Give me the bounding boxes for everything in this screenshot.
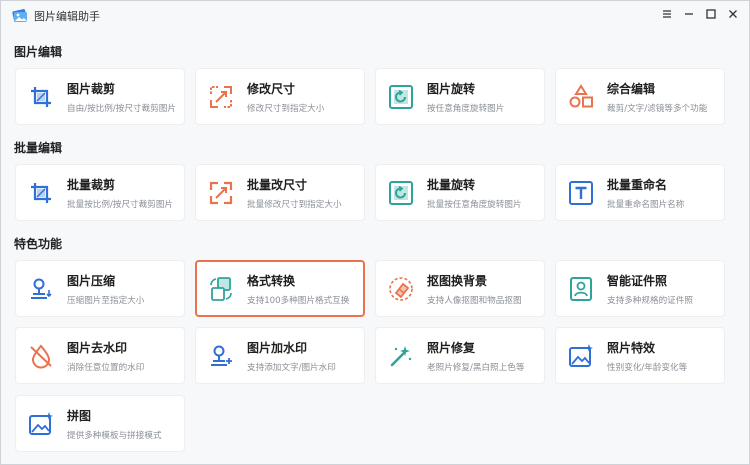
minimize-button[interactable]: [681, 6, 697, 22]
eraser-icon: [389, 277, 413, 301]
convert-icon: [210, 277, 232, 301]
card-remove-watermark[interactable]: 图片去水印 消除任意位置的水印: [15, 327, 185, 384]
card-desc: 支持人像抠图和物品抠图: [427, 296, 522, 306]
card-batch-rename[interactable]: 批量重命名 批量重命名图片名称: [555, 164, 725, 221]
card-compress[interactable]: 图片压缩 压缩图片至指定大小: [15, 260, 185, 317]
batch-crop-icon: [31, 183, 51, 203]
card-title: 批量旋转: [427, 178, 476, 192]
maximize-button[interactable]: [703, 6, 719, 22]
card-comprehensive-edit[interactable]: 综合编辑 裁剪/文字/滤镜等多个功能: [555, 68, 725, 125]
card-desc: 压缩图片至指定大小: [67, 296, 145, 306]
card-desc: 支持添加文字/图片水印: [247, 363, 336, 373]
card-cutout-background[interactable]: 抠图换背景 支持人像抠图和物品抠图: [375, 260, 545, 317]
batch-rotate-icon: [389, 181, 413, 205]
card-add-watermark[interactable]: 图片加水印 支持添加文字/图片水印: [195, 327, 365, 384]
batch-resize-icon: [209, 181, 233, 205]
crop-icon: [31, 87, 51, 107]
card-title: 照片修复: [427, 341, 476, 355]
card-desc: 支持多种规格的证件照: [607, 296, 693, 306]
magic-wand-icon: [390, 346, 412, 367]
card-rotate[interactable]: 图片旋转 按任意角度旋转图片: [375, 68, 545, 125]
app-title: 图片编辑助手: [34, 10, 100, 23]
card-desc: 批量按比例/按尺寸裁剪图片: [67, 200, 174, 210]
card-title: 综合编辑: [607, 82, 656, 96]
card-title: 批量改尺寸: [247, 178, 308, 192]
close-icon: [729, 10, 737, 18]
card-desc: 自由/按比例/按尺寸裁剪图片: [67, 104, 176, 114]
card-desc: 老照片修复/黑白照上色等: [427, 363, 525, 373]
card-desc: 支持100多种图片格式互换: [247, 296, 350, 306]
rotate-icon: [389, 85, 413, 109]
card-desc: 批量修改尺寸到指定大小: [247, 200, 342, 210]
card-title: 智能证件照: [607, 274, 668, 288]
section-title-features: 特色功能: [14, 237, 63, 251]
card-batch-crop[interactable]: 批量裁剪 批量按比例/按尺寸裁剪图片: [15, 164, 185, 221]
card-title: 图片旋转: [427, 82, 476, 96]
menu-icon: [663, 10, 671, 18]
title-bar[interactable]: 图片编辑助手: [1, 1, 749, 29]
card-title: 抠图换背景: [427, 274, 488, 288]
card-title: 批量裁剪: [67, 178, 116, 192]
card-desc: 批量按任意角度旋转图片: [427, 200, 522, 210]
card-desc: 性别变化/年龄变化等: [607, 363, 688, 373]
minimize-icon: [685, 13, 693, 15]
card-desc: 按任意角度旋转图片: [427, 104, 505, 114]
card-title: 图片裁剪: [67, 82, 116, 96]
app-logo-icon: [12, 9, 27, 23]
card-title: 图片加水印: [247, 341, 308, 355]
compress-icon: [31, 278, 52, 299]
section-title-batch-edit: 批量编辑: [14, 141, 63, 155]
card-title: 批量重命名: [607, 178, 668, 192]
card-photo-repair[interactable]: 照片修复 老照片修复/黑白照上色等: [375, 327, 545, 384]
card-batch-rotate[interactable]: 批量旋转 批量按任意角度旋转图片: [375, 164, 545, 221]
card-title: 图片压缩: [67, 274, 116, 288]
photo-effect-icon: [569, 344, 593, 367]
card-image-crop[interactable]: 图片裁剪 自由/按比例/按尺寸裁剪图片: [15, 68, 185, 125]
rename-icon: [569, 181, 593, 205]
card-batch-resize[interactable]: 批量改尺寸 批量修改尺寸到指定大小: [195, 164, 365, 221]
resize-icon: [210, 86, 232, 108]
card-title: 图片去水印: [67, 341, 128, 355]
window-controls: [659, 6, 741, 22]
card-title: 拼图: [67, 409, 92, 423]
app-window: 图片编辑助手 图片编辑 图片裁剪 自由/按比例/按尺寸裁剪图片 修改尺寸 修改尺…: [0, 0, 750, 465]
card-title: 格式转换: [247, 274, 296, 288]
card-desc: 消除任意位置的水印: [67, 363, 145, 373]
id-photo-icon: [570, 277, 592, 301]
menu-button[interactable]: [659, 6, 675, 22]
section-title-image-edit: 图片编辑: [14, 45, 63, 59]
card-title: 照片特效: [607, 341, 656, 355]
card-format-convert[interactable]: 格式转换 支持100多种图片格式互换: [195, 260, 365, 317]
card-photo-effects[interactable]: 照片特效 性别变化/年龄变化等: [555, 327, 725, 384]
shapes-icon: [569, 84, 593, 108]
card-desc: 批量重命名图片名称: [607, 200, 685, 210]
card-title: 修改尺寸: [247, 82, 296, 96]
collage-icon: [29, 412, 53, 435]
card-resize[interactable]: 修改尺寸 修改尺寸到指定大小: [195, 68, 365, 125]
card-id-photo[interactable]: 智能证件照 支持多种规格的证件照: [555, 260, 725, 317]
card-desc: 裁剪/文字/滤镜等多个功能: [607, 104, 708, 114]
maximize-icon: [706, 9, 716, 19]
card-desc: 提供多种模板与拼接模式: [67, 431, 162, 441]
remove-watermark-icon: [30, 344, 52, 369]
card-collage[interactable]: 拼图 提供多种模板与拼接模式: [15, 395, 185, 452]
card-desc: 修改尺寸到指定大小: [247, 104, 325, 114]
add-watermark-icon: [211, 345, 232, 366]
close-button[interactable]: [725, 6, 741, 22]
